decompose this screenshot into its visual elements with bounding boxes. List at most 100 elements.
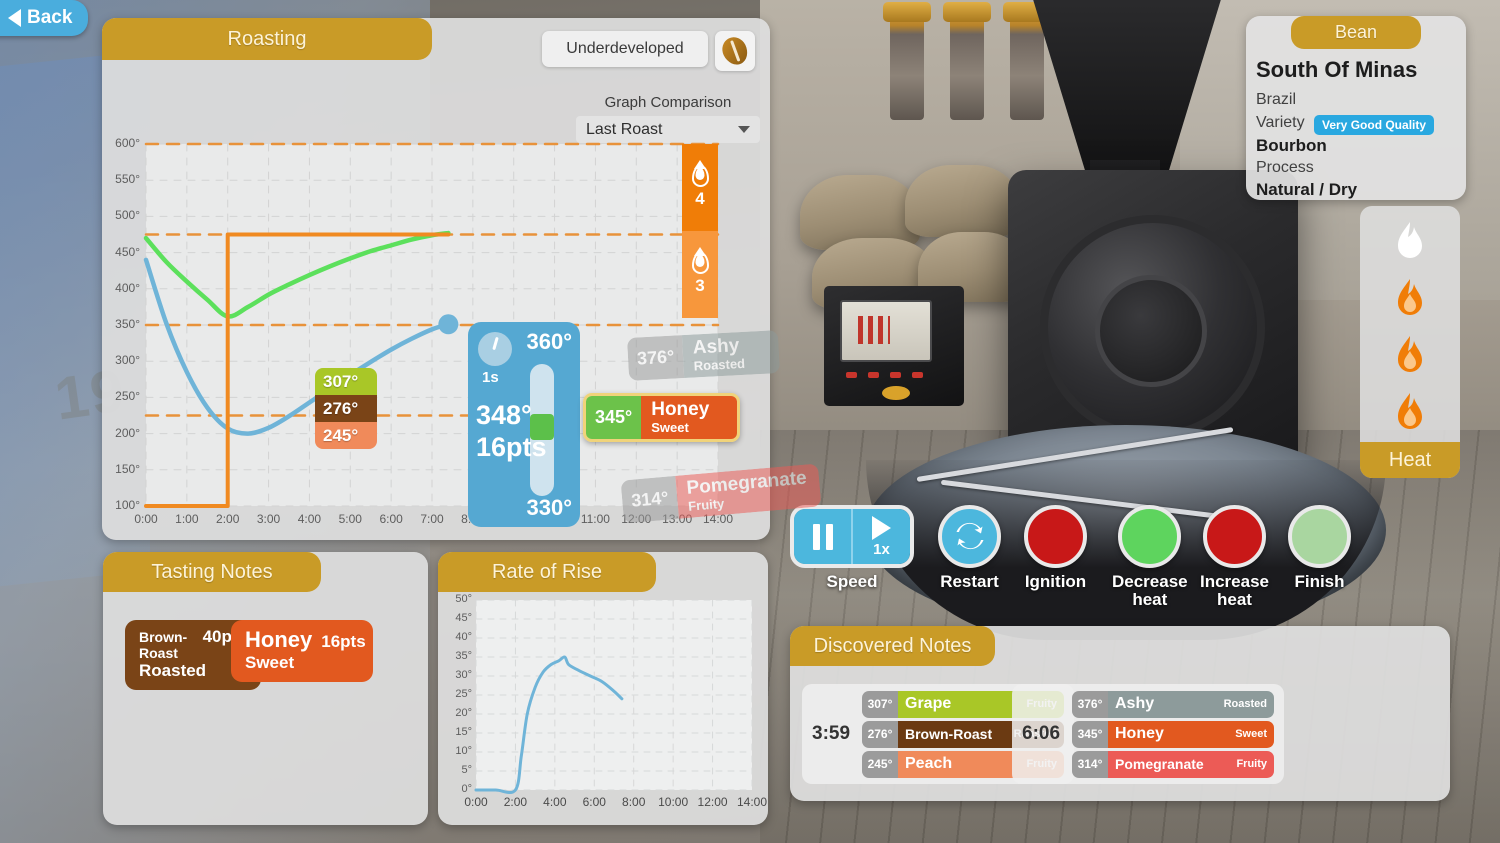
rate-of-rise-title: Rate of Rise: [438, 552, 656, 592]
speed-multiplier: 1x: [873, 540, 890, 558]
chart-y-tick: 300°: [115, 353, 140, 368]
callout-note-desc: Sweet: [651, 419, 689, 435]
play-button[interactable]: 1x: [851, 509, 910, 564]
chart-x-tick: 2:00: [216, 512, 240, 526]
roasting-panel-title: Roasting: [102, 18, 432, 60]
flame-icon: [1393, 391, 1427, 435]
coffee-sack-2: [905, 165, 1020, 237]
discovered-note-time: 3:59: [812, 723, 851, 744]
slider-track[interactable]: [530, 364, 554, 496]
bean-variety-value: Bourbon: [1256, 136, 1327, 155]
chart-y-tick: 600°: [115, 136, 140, 150]
ror-x-tick: 0:00: [464, 795, 488, 809]
decrease-heat-button[interactable]: [1118, 505, 1182, 568]
discovered-note-time: 6:06: [1022, 723, 1061, 744]
chart-y-tick: 200°: [115, 425, 140, 440]
ror-y-tick: 30°: [455, 669, 472, 681]
tasting-note-name: Honey: [245, 627, 313, 652]
chart-y-tick: 450°: [115, 244, 140, 259]
control-increase-heat[interactable]: Increase heat: [1200, 505, 1269, 609]
heat-gauge-label: Heat: [1360, 442, 1460, 478]
heat-gauge: Heat: [1360, 206, 1460, 478]
bean-origin: Brazil: [1256, 91, 1297, 108]
increase-heat-button[interactable]: [1203, 505, 1266, 568]
chart-y-tick: 250°: [115, 389, 140, 404]
ror-x-tick: 6:00: [582, 795, 606, 809]
tasting-note-chip: Honey 16pts Sweet: [231, 620, 373, 682]
bean-process-value: Natural / Dry: [1256, 180, 1358, 199]
note-name: Brown-Roast: [905, 726, 993, 742]
callout-temperature: 314°: [620, 475, 680, 524]
heat-drop-icon: [691, 165, 709, 188]
tasting-notes-title: Tasting Notes: [103, 552, 321, 592]
flavor-note-callout: 376° Ashy Roasted: [626, 330, 781, 381]
temperature-chip: 307°: [315, 368, 377, 395]
flavor-note-callout: 345° Honey Sweet: [583, 393, 741, 442]
control-restart[interactable]: Restart: [938, 505, 1001, 591]
bean-variety-label: Variety: [1256, 114, 1305, 131]
ror-x-tick: 14:00: [736, 795, 768, 809]
roasting-panel: Roasting Underdeveloped Graph Comparison…: [102, 18, 770, 540]
restart-button[interactable]: [938, 505, 1001, 568]
pause-button[interactable]: [794, 509, 851, 564]
speed-control[interactable]: 1x: [790, 505, 914, 568]
roaster-drum-face: [1095, 275, 1207, 387]
note-body: Ashy Roasted: [1108, 690, 1274, 718]
ror-y-tick: 45°: [455, 612, 472, 624]
control-speed[interactable]: 1x Speed: [790, 505, 914, 591]
machine-knob: [882, 386, 910, 400]
machine-control-box: [824, 286, 964, 406]
rate-of-rise-panel: Rate of Rise 50° 45° 40° 35° 30° 25° 20° 15° 10°…: [438, 552, 768, 825]
slider-current-temp: 348°: [476, 400, 532, 430]
back-button-label: Back: [27, 7, 73, 28]
chart-x-tick: 0:00: [134, 512, 158, 526]
back-button[interactable]: Back: [0, 0, 88, 36]
heat-level-band: 4: [682, 144, 718, 231]
temperature-chip: 245°: [315, 422, 377, 449]
ror-y-tick: 5°: [461, 764, 472, 776]
slider-min-temp: 330°: [526, 495, 572, 520]
rate-of-rise-chart: 50° 45° 40° 35° 30° 25° 20° 15° 10° 5° 0° 0:00 2:00 4…: [446, 593, 767, 816]
discovered-notes-title: Discovered Notes: [790, 626, 995, 666]
control-label: Restart: [940, 572, 999, 591]
coffee-bean-icon[interactable]: [715, 31, 755, 71]
note-temperature: 245°: [862, 750, 898, 778]
ignition-button[interactable]: [1024, 505, 1087, 568]
finish-button[interactable]: [1288, 505, 1351, 568]
machine-led-1: [846, 372, 857, 378]
note-name: Ashy: [1115, 695, 1155, 712]
discovered-note-rows: 376° Ashy Roasted 345° Honey Sweet 314° Pomegra…: [1072, 690, 1274, 778]
callout-temperature: 376°: [626, 335, 685, 381]
note-desc: Fruity: [1236, 758, 1267, 770]
note-name: Grape: [905, 695, 952, 712]
slider-time-step: 1s: [482, 369, 499, 386]
tasting-notes-panel: Tasting Notes Brown-Roast 40pts Roasted Hon…: [103, 552, 428, 825]
chart-y-tick: 500°: [115, 208, 140, 223]
heat-drop-icon: [691, 252, 709, 275]
chart-y-tick: 350°: [115, 317, 140, 331]
ror-y-tick: 10°: [455, 745, 472, 757]
control-decrease-heat[interactable]: Decrease heat: [1112, 505, 1188, 609]
chart-y-tick: 100°: [115, 498, 140, 512]
temperature-slider-card[interactable]: 1s 360° 348° 16pts 330°: [468, 322, 580, 527]
chart-y-tick: 400°: [115, 280, 140, 295]
chart-x-tick: 11:00: [580, 512, 610, 526]
ror-y-tick: 15°: [455, 726, 472, 738]
note-name: Pomegranate: [1115, 756, 1204, 772]
note-temperature: 376°: [1072, 690, 1108, 718]
callout-note-desc: Roasted: [693, 355, 746, 374]
chart-x-tick: 3:00: [256, 512, 281, 526]
chart-x-tick: 6:00: [379, 512, 403, 526]
note-temperature: 307°: [862, 690, 898, 718]
chart-y-tick: 550°: [115, 172, 140, 187]
flame-icon: [1393, 277, 1427, 321]
ror-y-tick: 35°: [455, 650, 472, 662]
callout-note-name: Honey: [651, 399, 710, 420]
control-ignition[interactable]: Ignition: [1024, 505, 1087, 591]
note-temperature: 345°: [1072, 720, 1108, 748]
note-name: Peach: [905, 755, 953, 772]
note-name: Honey: [1115, 725, 1164, 742]
control-finish[interactable]: Finish: [1288, 505, 1351, 591]
control-label: Decrease heat: [1112, 572, 1188, 609]
callout-temperature: 345°: [586, 396, 642, 439]
